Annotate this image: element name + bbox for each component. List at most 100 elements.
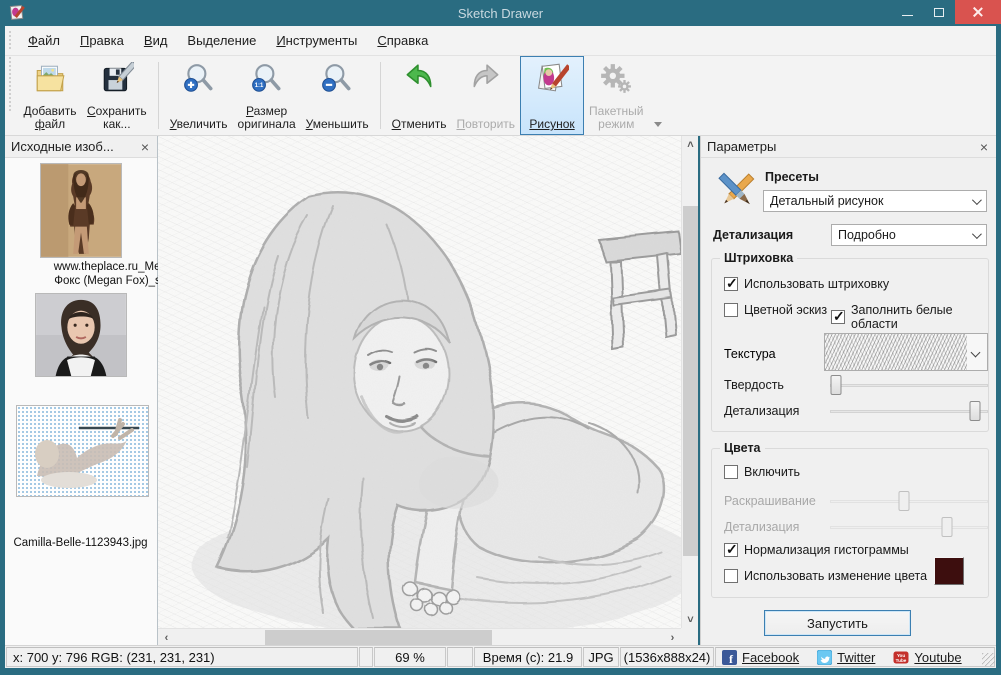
toolbar-separator <box>158 62 159 129</box>
menu-view[interactable]: Вид <box>134 29 178 52</box>
horizontal-scrollbar[interactable]: ‹ › <box>158 628 681 645</box>
run-button[interactable]: Запустить <box>764 610 911 636</box>
window-title: Sketch Drawer <box>0 6 1001 21</box>
menu-edit[interactable]: Правка <box>70 29 134 52</box>
facebook-link[interactable]: f Facebook <box>722 650 799 665</box>
parameters-panel: Параметры × Пресеты Детальный рисунок Де… <box>700 136 996 645</box>
scroll-up-arrow[interactable]: ˄ <box>682 136 699 153</box>
original-size-button[interactable]: 1:1 Размероригинала <box>233 56 301 135</box>
normalize-histogram-checkbox[interactable] <box>724 543 738 557</box>
color-sketch-label: Цветной эскиз <box>744 303 827 317</box>
preset-select[interactable]: Детальный рисунок <box>763 190 987 212</box>
scroll-left-arrow[interactable]: ‹ <box>158 629 175 646</box>
zoom-in-icon <box>182 62 216 96</box>
fill-white-label: Заполнить белые области <box>851 303 988 331</box>
scroll-down-arrow[interactable]: ˅ <box>682 611 699 628</box>
enable-colors-checkbox[interactable] <box>724 465 738 479</box>
close-button[interactable] <box>955 0 1001 24</box>
colors-detail-slider[interactable] <box>830 517 988 537</box>
hatching-group: Штриховка Использовать штриховку Цветной… <box>711 258 989 432</box>
toolbar-grip2 <box>8 56 13 111</box>
hatch-detail-slider[interactable] <box>830 401 988 421</box>
toolbar-overflow-chevron[interactable] <box>654 122 662 127</box>
twitter-link[interactable]: Twitter <box>817 650 875 665</box>
original-size-icon: 1:1 <box>250 62 284 96</box>
facebook-icon: f <box>722 650 737 665</box>
thumbnail-20jpg-image <box>16 405 149 497</box>
menu-help[interactable]: Справка <box>367 29 438 52</box>
hatch-detail-slider-thumb[interactable] <box>970 401 981 421</box>
undo-button[interactable]: Отменить <box>387 56 452 135</box>
presets-pencils-icon <box>713 168 759 214</box>
status-format: JPG <box>583 647 619 667</box>
original-size-label2: оригинала <box>238 118 296 131</box>
status-time: Время (с): 21.9 <box>474 647 582 667</box>
thumbnail-camilla-belle-image <box>35 293 127 377</box>
hardness-label: Твердость <box>724 378 830 392</box>
redo-label: Повторить <box>456 118 515 131</box>
thumbnail-camilla-belle-caption: Camilla-Belle-1123943.jpg <box>5 536 156 550</box>
fill-white-checkbox[interactable] <box>831 310 845 324</box>
drawing-label: Рисунок <box>529 118 574 131</box>
add-file-button[interactable]: Добавитьфайл <box>18 56 82 135</box>
maximize-button[interactable] <box>923 0 955 24</box>
color-sketch-checkbox[interactable] <box>724 303 738 317</box>
thumbnail-20jpg-selected[interactable]: 20.jpg <box>16 405 149 497</box>
resize-grip[interactable] <box>982 653 995 666</box>
colors-group: Цвета Включить Раскрашивание Детализация <box>711 448 989 598</box>
detail-select[interactable]: Подробно <box>831 224 987 246</box>
minimize-icon <box>902 15 913 16</box>
normalize-histogram-label: Нормализация гистограммы <box>744 543 909 557</box>
sketch-image[interactable] <box>158 136 681 628</box>
status-empty2 <box>447 647 473 667</box>
parameters-header: Параметры × <box>701 136 996 158</box>
colors-detail-slider-thumb[interactable] <box>941 517 952 537</box>
minimize-button[interactable] <box>891 0 923 24</box>
youtube-label: Youtube <box>914 650 961 665</box>
colorize-slider-thumb[interactable] <box>899 491 910 511</box>
zoom-in-button[interactable]: Увеличить <box>165 56 233 135</box>
menu-tools[interactable]: Инструменты <box>266 29 367 52</box>
texture-select[interactable] <box>824 333 988 371</box>
panel-close-icon[interactable]: × <box>137 140 153 154</box>
thumbnail-megan-fox-image <box>40 163 122 258</box>
batch-mode-button[interactable]: Пакетныйрежим <box>584 56 648 135</box>
hardness-slider[interactable] <box>830 375 988 395</box>
youtube-link[interactable]: You Tube Youtube <box>893 650 961 665</box>
hardness-slider-thumb[interactable] <box>831 375 842 395</box>
status-coords: x: 700 y: 796 RGB: (231, 231, 231) <box>6 647 358 667</box>
twitter-label: Twitter <box>837 650 875 665</box>
menu-selection[interactable]: Выделение <box>177 29 266 52</box>
colorize-slider[interactable] <box>830 491 988 511</box>
texture-label: Текстура <box>724 347 776 361</box>
chevron-down-icon <box>972 195 982 205</box>
status-social-links: f Facebook Twitter You Tube Youtube <box>715 647 995 667</box>
save-as-button[interactable]: Сохранитькак... <box>82 56 152 135</box>
use-hatching-label: Использовать штриховку <box>744 277 889 291</box>
save-as-icon <box>100 62 134 96</box>
drawing-button[interactable]: Рисунок <box>520 56 584 135</box>
color-change-swatch[interactable] <box>934 557 964 585</box>
batch-mode-icon <box>599 62 633 96</box>
thumbnail-megan-fox[interactable]: www.theplace.ru_Меган Фокс (Megan Fox)_s… <box>40 163 122 263</box>
menu-file[interactable]: Файл <box>18 29 70 52</box>
use-color-change-label: Использовать изменение цвета <box>744 569 927 583</box>
redo-button[interactable]: Повторить <box>451 56 520 135</box>
app-icon <box>8 4 26 22</box>
zoom-out-icon <box>320 62 354 96</box>
vertical-scroll-thumb[interactable] <box>683 206 698 556</box>
parameters-close-icon[interactable]: × <box>976 140 992 154</box>
use-color-change-checkbox[interactable] <box>724 569 738 583</box>
thumbnail-camilla-belle[interactable]: Camilla-Belle-1123943.jpg <box>35 293 127 382</box>
use-hatching-checkbox[interactable] <box>724 277 738 291</box>
zoom-out-button[interactable]: Уменьшить <box>301 56 374 135</box>
detail-value: Подробно <box>838 228 896 242</box>
vertical-scrollbar[interactable]: ˄ ˅ <box>681 136 698 628</box>
scroll-right-arrow[interactable]: › <box>664 629 681 646</box>
zoom-out-label: Уменьшить <box>306 118 369 131</box>
horizontal-scroll-thumb[interactable] <box>265 630 492 645</box>
facebook-label: Facebook <box>742 650 799 665</box>
app-window: Sketch Drawer Файл Правка Вид Выделение … <box>0 0 1001 675</box>
source-images-panel: Исходные изоб... × www.theplace.ru_Меган… <box>5 136 158 645</box>
status-empty1 <box>359 647 373 667</box>
